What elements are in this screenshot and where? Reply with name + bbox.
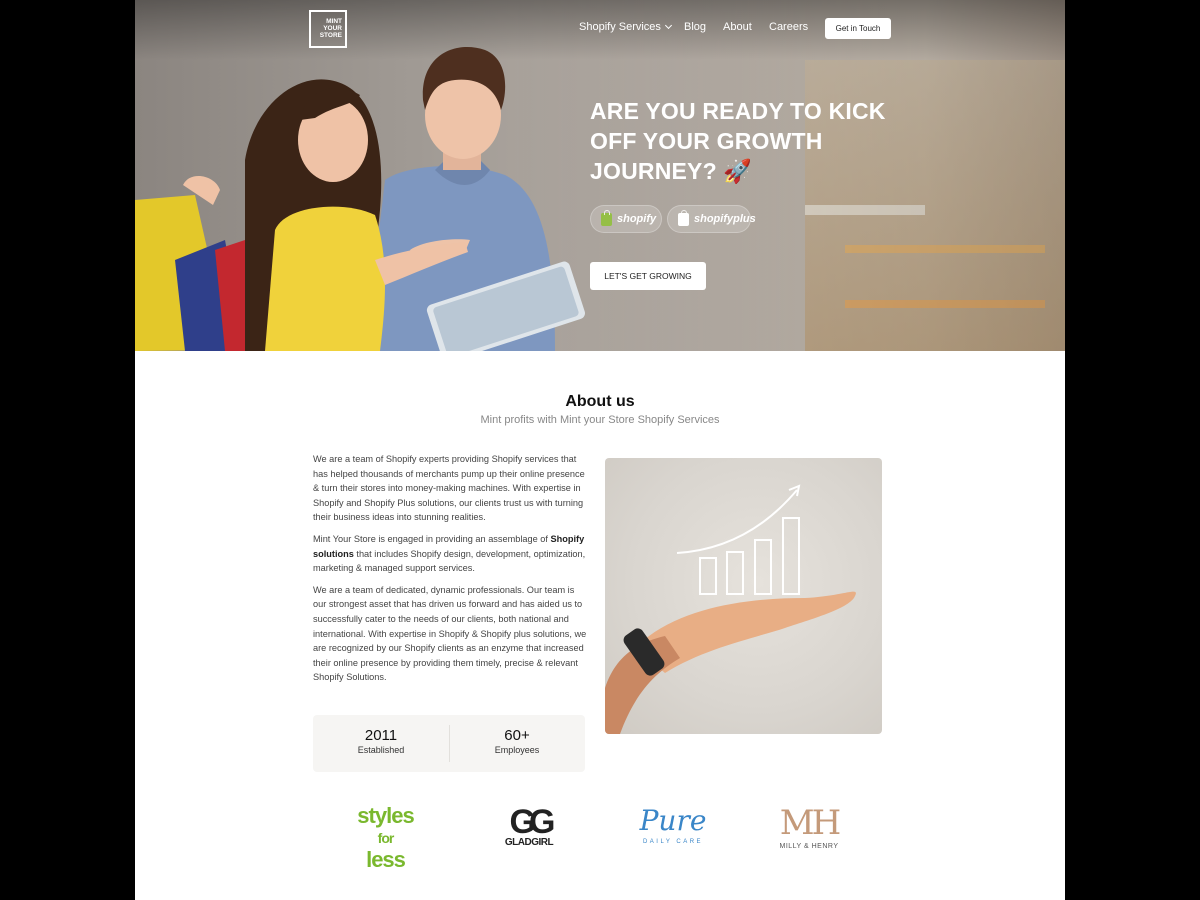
mint-your-store-logo[interactable]: MINT YOUR STORE [309, 10, 347, 48]
hero-title: ARE YOU READY TO KICK OFF YOUR GROWTH JO… [590, 98, 886, 184]
about-subtitle: Mint profits with Mint your Store Shopif… [480, 414, 720, 426]
about-paragraph-2: Mint Your Store is engaged in providing … [313, 532, 588, 576]
logo-line-3: STORE [319, 32, 342, 39]
milly-henry-name: MILLY & HENRY [779, 843, 839, 850]
shopify-badge: shopify [590, 205, 662, 233]
client-logos: styles for less GG GLADGIRL Pure DAILY C… [135, 805, 1065, 875]
gladgirl-logo: GG GLADGIRL [497, 805, 561, 848]
stat-established: 2011 Established [313, 727, 449, 755]
stat-established-value: 2011 [364, 727, 398, 744]
nav-shopify-services[interactable]: Shopify Services [579, 21, 672, 33]
styles-line-1: styles [357, 803, 414, 828]
hero-section: MINT YOUR STORE Shopify Services Blog Ab… [135, 0, 1065, 351]
logo-line-1: MINT [326, 18, 342, 25]
top-nav: MINT YOUR STORE Shopify Services Blog Ab… [135, 0, 1065, 58]
nav-shopify-services-label: Shopify Services [579, 21, 661, 33]
nav-about[interactable]: About [723, 21, 752, 33]
shopify-bag-icon [601, 210, 612, 226]
pure-name: Pure [639, 804, 707, 837]
about-title: About us [565, 393, 635, 410]
styles-line-2: for [377, 830, 395, 846]
about-p2-post: that includes Shopify design, developmen… [313, 548, 586, 574]
about-paragraph-3: We are a team of dedicated, dynamic prof… [313, 584, 587, 683]
pure-daily-care-logo: Pure DAILY CARE [637, 804, 709, 846]
page: MINT YOUR STORE Shopify Services Blog Ab… [135, 0, 1065, 900]
gladgirl-name: GLADGIRL [504, 837, 554, 848]
nav-blog[interactable]: Blog [684, 21, 706, 33]
growth-chart-illustration [605, 484, 856, 734]
shopify-badge-label: shopify [617, 213, 657, 225]
about-p2-pre: Mint Your Store is engaged in providing … [313, 533, 551, 544]
lets-get-growing-button[interactable]: LET'S GET GROWING [590, 262, 706, 290]
stat-established-label: Established [357, 745, 405, 755]
shopify-plus-badge-label: shopifyplus [694, 213, 756, 225]
stat-employees-value: 60+ [504, 727, 530, 744]
milly-henry-mark: MH [779, 803, 841, 843]
pure-subtitle: DAILY CARE [642, 839, 704, 845]
styles-line-3: less [366, 847, 406, 872]
shopify-plus-bag-icon [678, 210, 689, 226]
stat-employees: 60+ Employees [449, 727, 585, 755]
growth-hand-image [605, 458, 882, 734]
stat-employees-label: Employees [494, 745, 540, 755]
stats-box: 2011 Established 60+ Employees [313, 715, 585, 772]
gladgirl-mark: GG [509, 803, 556, 841]
nav-careers[interactable]: Careers [769, 21, 808, 33]
logo-line-2: YOUR [323, 25, 342, 32]
chevron-down-icon [664, 21, 672, 30]
about-text: We are a team of Shopify experts providi… [313, 452, 588, 692]
get-in-touch-button[interactable]: Get in Touch [825, 18, 891, 39]
about-paragraph-1: We are a team of Shopify experts providi… [313, 454, 585, 523]
shopify-plus-badge: shopifyplus [667, 205, 756, 233]
milly-henry-logo: MH MILLY & HENRY [778, 803, 841, 850]
styles-for-less-logo: styles for less [348, 805, 423, 871]
